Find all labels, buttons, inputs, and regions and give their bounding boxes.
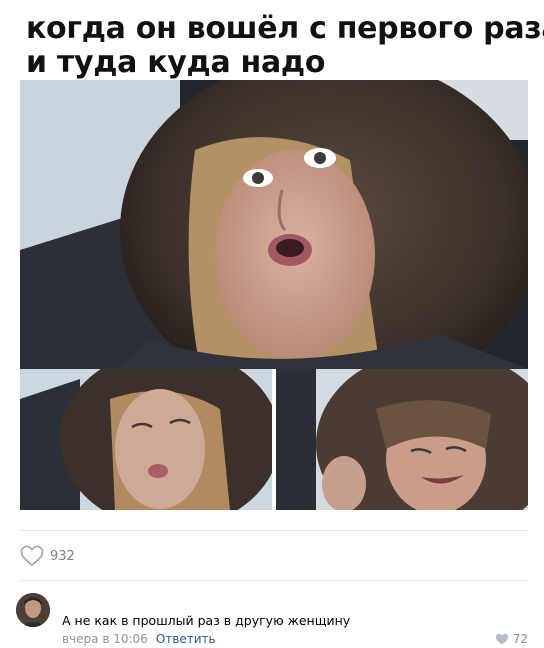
heart-outline-icon [20, 545, 44, 567]
post-like-count: 932 [50, 548, 75, 564]
post-like-button[interactable]: 932 [20, 544, 75, 568]
meme-photo-left [20, 369, 272, 510]
meme-photo-main [20, 80, 528, 369]
heart-filled-icon [495, 633, 508, 645]
comment-meta: вчера в 10:06 Ответить [62, 632, 216, 646]
reply-link[interactable]: Ответить [156, 632, 216, 646]
meme-photo-right [276, 369, 528, 510]
actions-divider [20, 530, 528, 531]
comments-divider [20, 580, 528, 581]
avatar[interactable] [16, 593, 50, 627]
meme-caption-line-1: когда он вошёл с первого раза [26, 11, 544, 46]
comment-timestamp[interactable]: вчера в 10:06 [62, 632, 148, 646]
comment-text: А не как в прошлый раз в другую женщину [62, 613, 351, 628]
meme-caption-line-2: и туда куда надо [26, 45, 326, 80]
post-image[interactable]: когда он вошёл с первого раза и туда куд… [20, 7, 544, 510]
meme-caption: когда он вошёл с первого раза и туда куд… [20, 7, 544, 80]
comment-like-button[interactable]: 72 [495, 632, 528, 646]
comment-item: А не как в прошлый раз в другую женщину … [16, 592, 532, 648]
comment-like-count: 72 [512, 632, 528, 646]
post: когда он вошёл с первого раза и туда куд… [0, 0, 544, 648]
